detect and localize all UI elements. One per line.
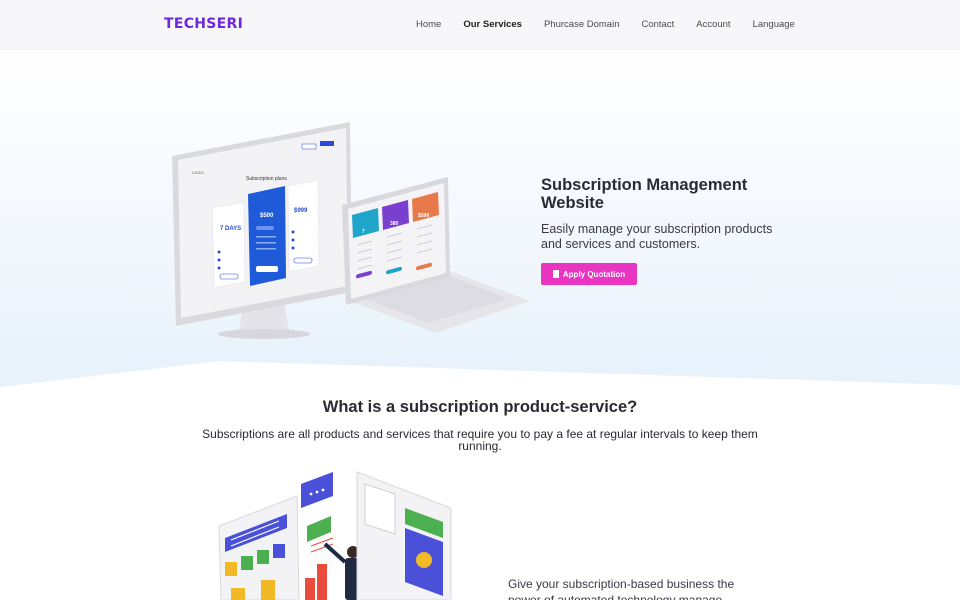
- plan-1-text: 7 DAYS: [220, 226, 241, 232]
- section-description: Subscriptions are all products and servi…: [202, 427, 758, 453]
- apply-quotation-label: Apply Quotation: [562, 269, 626, 279]
- nav-purchase-domain[interactable]: Phurcase Domain: [544, 19, 620, 30]
- dashboard-illustration-image: [218, 471, 452, 600]
- section-body-text: Give your subscription-based business th…: [508, 577, 735, 600]
- laptop-mockup-image: 7 380 $599: [342, 177, 530, 333]
- hero-subtitle: Easily manage your subscription products…: [541, 222, 773, 251]
- nav-language[interactable]: Language: [753, 19, 795, 30]
- screen-heading-text: Subscription plans: [246, 176, 287, 182]
- laptop-price-3: $599: [418, 213, 429, 219]
- document-icon: [552, 270, 559, 278]
- top-navbar: TECHSERI Home Our Services Phurcase Doma…: [0, 0, 960, 50]
- laptop-price-1: 7: [362, 229, 365, 235]
- nav-our-services[interactable]: Our Services: [463, 19, 522, 30]
- desktop-mockup-image: LOGO Subscription plans 7 DAYS $500 $999: [172, 122, 352, 339]
- nav-contact[interactable]: Contact: [641, 19, 674, 30]
- laptop-price-2: 380: [390, 221, 399, 227]
- section-title: What is a subscription product-service?: [322, 398, 638, 416]
- hero-title: Subscription Management Website: [541, 176, 748, 212]
- nav-home[interactable]: Home: [416, 19, 441, 30]
- main-menu: Home Our Services Phurcase Domain Contac…: [416, 19, 817, 30]
- apply-quotation-button[interactable]: Apply Quotation: [541, 263, 637, 285]
- hero-wave-divider: [0, 361, 960, 395]
- plan-3-text: $999: [294, 208, 308, 214]
- plan-2-text: $500: [260, 213, 274, 219]
- screen-logo-text: LOGO: [192, 170, 204, 175]
- nav-account[interactable]: Account: [696, 19, 730, 30]
- brand-logo[interactable]: TECHSERI: [164, 16, 243, 32]
